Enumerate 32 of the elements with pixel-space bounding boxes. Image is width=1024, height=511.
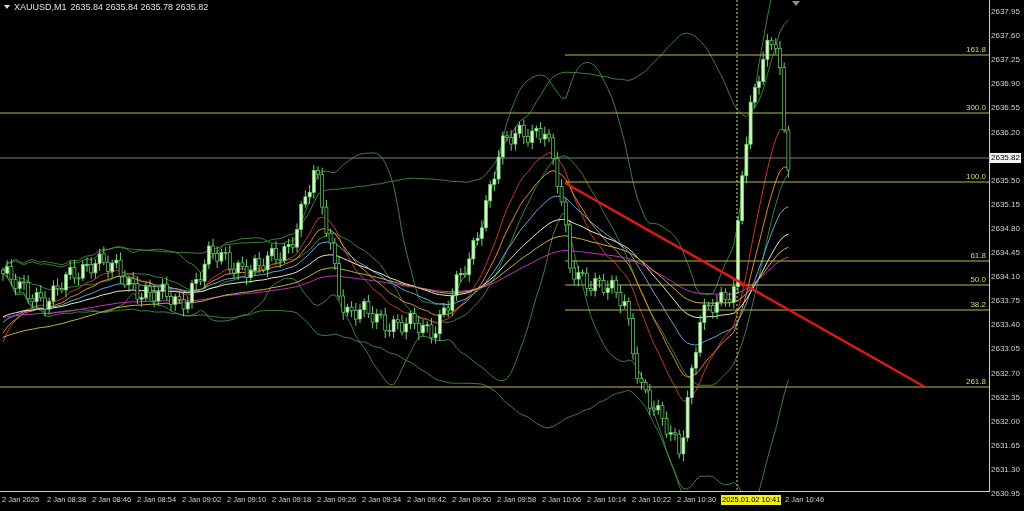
fibonacci-level-label: 38.2 [970, 300, 986, 309]
caret-icon[interactable] [4, 5, 10, 9]
price-tick-label: 2631.65 [991, 440, 1020, 451]
symbol-label: XAUUSD,M1 [14, 2, 67, 12]
price-tick-label: 2633.75 [991, 296, 1020, 307]
price-tick-label: 2632.70 [991, 368, 1020, 379]
price-tick-label: 2637.25 [991, 55, 1020, 66]
price-tick-label: 2630.95 [991, 489, 1020, 499]
price-tick-label: 2632.00 [991, 416, 1020, 427]
fibonacci-level-label: 50.0 [970, 275, 986, 284]
price-tick-label: 2635.15 [991, 199, 1020, 210]
fibonacci-level-label: 261.8 [965, 377, 986, 386]
price-tick-label: 2637.60 [991, 31, 1020, 42]
price-tick-label: 2634.10 [991, 272, 1020, 283]
price-tick-label: 2633.05 [991, 344, 1020, 355]
fibonacci-level-label: 161.8 [965, 45, 986, 54]
price-tick-label: 2636.55 [991, 103, 1020, 114]
price-tick-label: 2633.40 [991, 320, 1020, 331]
current-price-label: 2635.82 [990, 153, 1021, 163]
price-tick-label: 2635.50 [991, 175, 1020, 186]
fibonacci-level-label: 300.0 [965, 103, 986, 112]
price-tick-label: 2631.30 [991, 464, 1020, 475]
price-tick-label: 2632.35 [991, 392, 1020, 403]
fibonacci-level-label: 61.8 [970, 251, 986, 260]
price-tick-label: 2636.20 [991, 127, 1020, 138]
price-tick-label: 2634.45 [991, 248, 1020, 258]
price-tick-label: 2637.95 [991, 7, 1020, 17]
price-tick-label: 2636.90 [991, 79, 1020, 90]
fibonacci-level-label: 100.0 [965, 172, 986, 181]
ohlc-quotes: 2635.84 2635.84 2635.78 2635.82 [70, 2, 209, 12]
price-tick-label: 2634.80 [991, 223, 1020, 234]
shift-marker-icon [792, 1, 800, 6]
